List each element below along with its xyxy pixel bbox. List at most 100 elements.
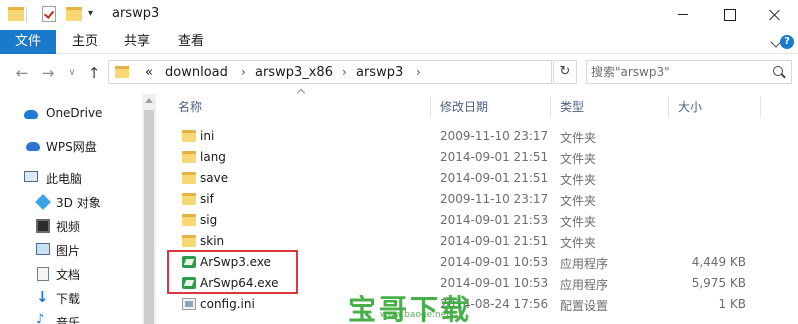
file-date: 2014-09-01 21:51 — [440, 171, 549, 185]
column-divider[interactable] — [668, 96, 669, 118]
file-type: 配置设置 — [560, 299, 609, 313]
video-icon — [36, 219, 50, 233]
file-type: 文件夹 — [560, 215, 597, 229]
computer-icon — [24, 171, 38, 182]
tab-file[interactable]: 文件 — [0, 30, 56, 54]
breadcrumb-arswp3[interactable]: arswp3 — [356, 65, 403, 80]
new-folder-icon[interactable] — [66, 7, 82, 21]
quick-access-dropdown-icon[interactable]: ▾ — [88, 8, 93, 19]
file-type: 应用程序 — [560, 278, 609, 292]
file-name: sif — [200, 192, 214, 206]
recent-locations-chevron-icon[interactable]: ∨ — [62, 67, 82, 78]
file-row[interactable]: ini 2009-11-10 23:17 文件夹 — [160, 126, 798, 147]
file-date: 2014-09-01 21:53 — [440, 213, 549, 227]
folder-icon — [182, 151, 196, 163]
file-type: 文件夹 — [560, 131, 597, 145]
address-bar[interactable]: « download › arswp3_x86 › arswp3 › — [108, 60, 552, 84]
breadcrumb-separator-icon[interactable]: › — [416, 65, 421, 79]
window-folder-icon — [8, 7, 24, 21]
maximize-button[interactable] — [706, 0, 752, 30]
forward-arrow-icon[interactable]: → — [38, 64, 58, 82]
column-divider[interactable] — [430, 96, 431, 118]
file-type: 文件夹 — [560, 173, 597, 187]
download-icon: ↓ — [36, 288, 49, 306]
sidebar-item-downloads[interactable]: ↓ 下载 — [0, 288, 140, 308]
music-icon: ♪ — [36, 312, 45, 324]
file-date: 2014-09-01 10:53 — [440, 255, 549, 269]
sidebar-item-documents[interactable]: 文档 — [0, 264, 140, 284]
search-box[interactable] — [586, 60, 792, 84]
watermark-url: www.baoge.net — [380, 310, 450, 320]
minimize-button[interactable] — [660, 0, 706, 30]
column-header-name[interactable]: 名称 — [178, 94, 202, 120]
sidebar-item-videos[interactable]: 视频 — [0, 216, 140, 236]
sidebar-item-this-pc[interactable]: 此电脑 — [0, 168, 140, 188]
file-date: 2009-11-10 23:17 — [440, 129, 549, 143]
file-date: 2014-09-01 21:51 — [440, 234, 549, 248]
tab-view[interactable]: 查看 — [178, 30, 204, 54]
file-row[interactable]: save 2014-09-01 21:51 文件夹 — [160, 168, 798, 189]
folder-icon — [182, 214, 196, 226]
column-divider[interactable] — [550, 96, 551, 118]
file-date: 2014-09-01 21:51 — [440, 150, 549, 164]
tab-share[interactable]: 共享 — [124, 30, 150, 54]
folder-icon — [182, 172, 196, 184]
column-header-type[interactable]: 类型 — [560, 94, 584, 120]
ribbon-tabs: 文件 主页 共享 查看 ? — [0, 30, 798, 54]
file-row[interactable]: skin 2014-09-01 21:51 文件夹 — [160, 231, 798, 252]
sidebar-item-3d-objects[interactable]: 3D 对象 — [0, 192, 140, 212]
refresh-icon[interactable]: ↻ — [553, 60, 577, 84]
file-row[interactable]: lang 2014-09-01 21:51 文件夹 — [160, 147, 798, 168]
sidebar-item-music[interactable]: ♪ 音乐 — [0, 312, 140, 324]
breadcrumb-download[interactable]: download — [165, 65, 228, 80]
file-name: save — [200, 171, 229, 185]
breadcrumb-separator-icon[interactable]: › — [241, 65, 246, 79]
sidebar-item-wps-cloud[interactable]: WPS网盘 — [0, 136, 140, 156]
file-row[interactable]: sif 2009-11-10 23:17 文件夹 — [160, 189, 798, 210]
wps-cloud-icon — [26, 142, 40, 151]
sidebar-scrollbar-thumb[interactable] — [144, 110, 154, 324]
file-name: config.ini — [200, 297, 255, 311]
file-row[interactable]: config.ini 2014-08-24 17:56 配置设置 1 KB — [160, 294, 798, 315]
pictures-icon — [36, 243, 50, 255]
search-input[interactable] — [591, 63, 761, 81]
breadcrumb-separator-icon[interactable]: › — [342, 65, 347, 79]
cloud-icon — [24, 110, 38, 119]
tab-home[interactable]: 主页 — [72, 30, 98, 54]
breadcrumb-overflow[interactable]: « — [145, 65, 153, 80]
folder-icon — [182, 130, 196, 142]
search-icon[interactable] — [773, 66, 783, 76]
sidebar-item-onedrive[interactable]: OneDrive — [0, 104, 140, 124]
file-name: lang — [200, 150, 226, 164]
folder-icon — [182, 235, 196, 247]
column-divider[interactable] — [760, 96, 761, 118]
file-row[interactable]: sig 2014-09-01 21:53 文件夹 — [160, 210, 798, 231]
file-date: 2009-11-10 23:17 — [440, 192, 549, 206]
quick-access-separator — [26, 7, 27, 23]
file-type: 文件夹 — [560, 236, 597, 250]
documents-icon — [37, 267, 49, 281]
help-icon[interactable]: ? — [780, 35, 794, 49]
ini-file-icon — [182, 298, 196, 310]
file-type: 文件夹 — [560, 152, 597, 166]
close-button[interactable] — [752, 0, 798, 30]
folder-icon — [182, 193, 196, 205]
title-bar: ▾ arswp3 — [0, 0, 798, 30]
sidebar-item-pictures[interactable]: 图片 — [0, 240, 140, 260]
highlight-box — [167, 250, 298, 294]
file-type: 文件夹 — [560, 194, 597, 208]
column-header-size[interactable]: 大小 — [678, 94, 702, 120]
address-folder-icon — [115, 66, 129, 78]
file-size: 1 KB — [718, 297, 746, 311]
up-arrow-icon[interactable]: ↑ — [84, 64, 104, 82]
navigation-pane: OneDrive WPS网盘 此电脑 3D 对象 视频 图片 文档 ↓ 下载 ♪… — [0, 92, 140, 324]
properties-icon[interactable] — [42, 6, 56, 22]
file-size: 5,975 KB — [691, 276, 746, 290]
sort-ascending-icon — [296, 88, 306, 98]
file-type: 应用程序 — [560, 257, 609, 271]
back-arrow-icon[interactable]: ← — [12, 64, 32, 82]
column-header-date[interactable]: 修改日期 — [440, 94, 488, 120]
3d-objects-icon — [35, 194, 51, 210]
file-name: ini — [200, 129, 215, 143]
breadcrumb-arswp3-x86[interactable]: arswp3_x86 — [255, 65, 333, 80]
